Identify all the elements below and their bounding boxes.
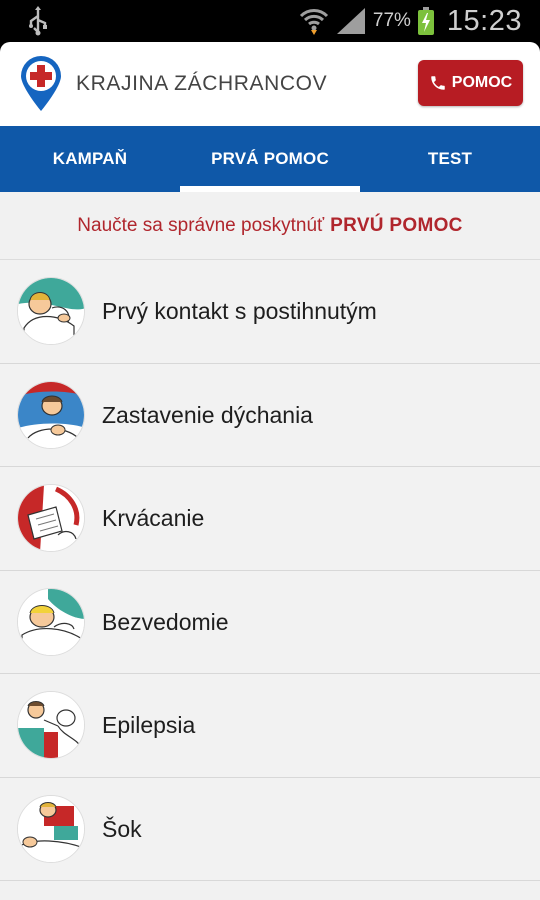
intro-text: Naučte sa správne poskytnúť bbox=[77, 214, 325, 236]
wifi-icon bbox=[299, 9, 328, 35]
list-item-label: Bezvedomie bbox=[102, 608, 229, 635]
tab-bar: KAMPAŇ PRVÁ POMOC TEST bbox=[0, 126, 540, 192]
list-item-label: Šok bbox=[102, 815, 142, 842]
app-title: KRAJINA ZÁCHRANCOV bbox=[76, 72, 328, 95]
battery-charging-icon bbox=[417, 7, 434, 35]
topic-list: Prvý kontakt s postihnutým Zastavenie dý… bbox=[0, 260, 540, 881]
list-item[interactable]: Zastavenie dýchania bbox=[0, 363, 540, 467]
intro-subtitle: Naučte sa správne poskytnúť PRVÚ POMOC bbox=[0, 192, 540, 260]
list-item[interactable]: Šok bbox=[0, 777, 540, 881]
list-item[interactable]: Krvácanie bbox=[0, 467, 540, 571]
list-item[interactable]: Epilepsia bbox=[0, 674, 540, 778]
battery-percent: 77% bbox=[372, 10, 411, 31]
tab-first-aid[interactable]: PRVÁ POMOC bbox=[180, 126, 360, 192]
epilepsy-illustration-icon bbox=[17, 691, 85, 759]
shock-illustration-icon bbox=[17, 794, 85, 863]
unconscious-illustration-icon bbox=[17, 587, 85, 656]
emergency-call-label: POMOC bbox=[451, 74, 513, 91]
list-item-label: Prvý kontakt s postihnutým bbox=[102, 298, 377, 324]
phone-icon bbox=[431, 76, 445, 90]
tab-campaign[interactable]: KAMPAŇ bbox=[0, 126, 180, 192]
intro-highlight: PRVÚ POMOC bbox=[330, 214, 463, 236]
content-area: Naučte sa správne poskytnúť PRVÚ POMOC P… bbox=[0, 192, 540, 900]
emergency-call-button[interactable]: POMOC bbox=[418, 60, 523, 106]
tab-test[interactable]: TEST bbox=[360, 126, 540, 192]
first-contact-illustration-icon bbox=[17, 277, 85, 345]
list-item-label: Epilepsia bbox=[102, 712, 196, 738]
usb-icon bbox=[29, 6, 47, 36]
clock: 15:23 bbox=[446, 4, 522, 37]
signal-icon bbox=[336, 8, 365, 34]
breathing-stop-illustration-icon bbox=[17, 380, 85, 449]
app-bar: KRAJINA ZÁCHRANCOV POMOC bbox=[0, 42, 540, 126]
status-bar: 77% 15:23 bbox=[0, 0, 540, 42]
bleeding-illustration-icon bbox=[17, 484, 85, 552]
list-item-label: Krvácanie bbox=[102, 505, 205, 531]
app-logo-icon bbox=[21, 56, 61, 111]
list-item-label: Zastavenie dýchania bbox=[102, 401, 313, 428]
list-item[interactable]: Bezvedomie bbox=[0, 570, 540, 674]
list-item[interactable]: Prvý kontakt s postihnutým bbox=[0, 260, 540, 364]
